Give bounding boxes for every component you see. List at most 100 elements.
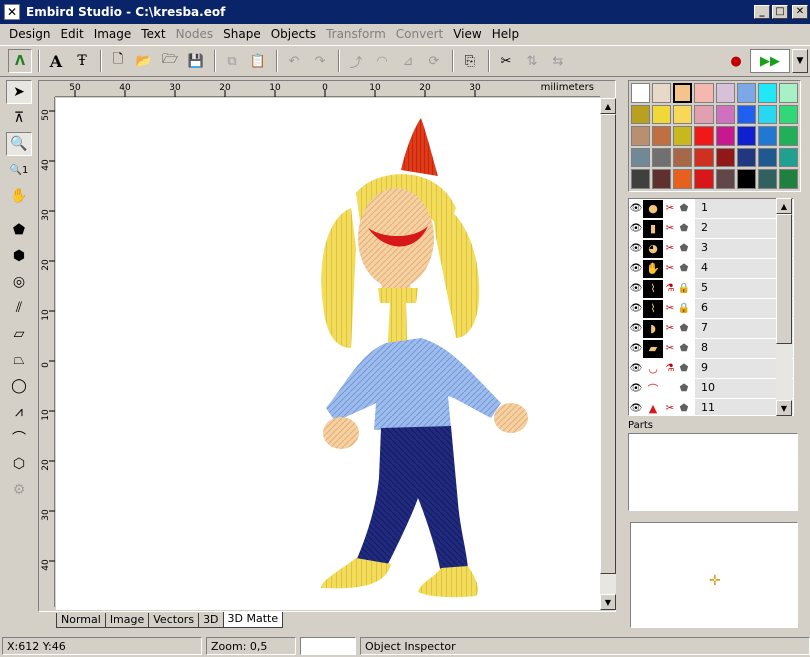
color-swatch[interactable] (673, 104, 693, 125)
color-swatch[interactable] (757, 83, 777, 103)
eye-icon[interactable]: 👁 (629, 323, 643, 334)
zoom-icon[interactable]: 🔍 (6, 132, 32, 156)
close-button[interactable]: ✕ (792, 5, 808, 19)
color-swatch[interactable] (715, 169, 735, 189)
pan-hand-icon[interactable]: ✋ (6, 184, 32, 208)
object-row[interactable]: 👁 ⌒ ⬟ 10 (629, 379, 793, 399)
menu-help[interactable]: Help (487, 27, 524, 41)
color-swatch[interactable] (652, 126, 672, 146)
gear-icon[interactable]: ⚙ (6, 478, 32, 502)
save-icon[interactable]: 💾 (184, 49, 208, 73)
rotate-icon[interactable]: ◠ (370, 49, 394, 73)
object-row[interactable]: 👁 ✋ ✂ ⬟ 4 (629, 259, 793, 279)
color-swatch[interactable] (631, 147, 651, 168)
minimize-button[interactable]: _ (754, 5, 770, 19)
text-icon[interactable]: A (44, 49, 68, 73)
circle-fill-icon[interactable]: ◎ (6, 270, 32, 294)
color-swatch[interactable] (652, 83, 672, 103)
color-swatch[interactable] (736, 169, 756, 189)
color-swatch[interactable] (631, 83, 651, 103)
column-b-icon[interactable]: ▱ (6, 322, 32, 346)
scroll-down-icon[interactable]: ▼ (776, 400, 792, 416)
eye-icon[interactable]: 👁 (629, 203, 643, 214)
open-folder-icon[interactable]: 🗁 (158, 49, 182, 73)
color-swatch[interactable] (652, 147, 672, 168)
node-tool-icon[interactable]: ⊼ (6, 106, 32, 130)
cut-tool-icon[interactable]: ✂ (494, 49, 518, 73)
new-file-icon[interactable]: 🗋 (106, 49, 130, 73)
color-swatch[interactable] (631, 104, 651, 125)
eye-icon[interactable]: 👁 (629, 303, 643, 314)
color-swatch[interactable] (778, 169, 798, 189)
text-path-icon[interactable]: Ŧ (70, 49, 94, 73)
menu-text[interactable]: Text (136, 27, 170, 41)
object-row[interactable]: 👁 ⌇ ⚗ 🔒 5 (629, 279, 793, 299)
app-icon[interactable]: ✕ (4, 4, 20, 20)
color-swatch[interactable] (757, 147, 777, 168)
color-swatch[interactable] (778, 104, 798, 125)
scroll-up-icon[interactable]: ▲ (776, 198, 792, 214)
dropdown-arrow-icon[interactable]: ▼ (792, 49, 808, 73)
object-row[interactable]: 👁 ◗ ✂ ⬟ 7 (629, 319, 793, 339)
copy-icon[interactable]: ⧉ (220, 49, 244, 73)
object-row[interactable]: 👁 ◕ ✂ ⬟ 3 (629, 239, 793, 259)
scroll-down-icon[interactable]: ▼ (600, 594, 616, 610)
zoom-one-icon[interactable]: 🔍1 (6, 158, 32, 182)
scrollbar-thumb[interactable] (776, 214, 792, 344)
menu-convert[interactable]: Convert (391, 27, 448, 41)
color-swatch[interactable] (778, 147, 798, 168)
object-row[interactable]: 👁 ⌇ ✂ 🔒 6 (629, 299, 793, 319)
color-swatch[interactable] (694, 147, 714, 168)
align-icon[interactable]: ⇅ (520, 49, 544, 73)
contour-icon[interactable]: ◯ (6, 374, 32, 398)
menu-shape[interactable]: Shape (218, 27, 266, 41)
open-file-icon[interactable]: 📂 (132, 49, 156, 73)
vertical-scrollbar[interactable]: ▲ ▼ (600, 98, 616, 610)
color-swatch[interactable] (715, 126, 735, 146)
color-swatch[interactable] (694, 169, 714, 189)
eye-icon[interactable]: 👁 (629, 283, 643, 294)
tab-normal[interactable]: Normal (56, 613, 106, 628)
color-swatch[interactable] (736, 83, 756, 103)
eye-icon[interactable]: 👁 (629, 403, 643, 414)
color-swatch[interactable] (694, 104, 714, 125)
menu-design[interactable]: Design (4, 27, 55, 41)
scrollbar-thumb[interactable] (600, 114, 616, 574)
eye-icon[interactable]: 👁 (629, 263, 643, 274)
color-swatch[interactable] (652, 169, 672, 189)
overview-panel[interactable]: ✛ (630, 522, 798, 628)
menu-objects[interactable]: Objects (266, 27, 321, 41)
column-icon[interactable]: ⫽ (6, 296, 32, 320)
color-swatch[interactable] (736, 104, 756, 125)
outline-icon[interactable]: ⬡ (6, 452, 32, 476)
distribute-icon[interactable]: ⇆ (546, 49, 570, 73)
color-swatch[interactable] (631, 126, 651, 146)
maximize-button[interactable]: □ (772, 5, 788, 19)
blend-icon[interactable]: ⏢ (6, 348, 32, 372)
tab-image[interactable]: Image (104, 613, 150, 628)
color-swatch[interactable] (736, 126, 756, 146)
menu-image[interactable]: Image (89, 27, 137, 41)
menu-nodes[interactable]: Nodes (171, 27, 219, 41)
scroll-up-icon[interactable]: ▲ (600, 98, 616, 114)
color-swatch[interactable] (778, 126, 798, 146)
satin-icon[interactable]: ⬢ (6, 244, 32, 268)
color-swatch[interactable] (736, 147, 756, 168)
color-swatch[interactable] (694, 83, 714, 103)
menu-transform[interactable]: Transform (321, 27, 391, 41)
object-row[interactable]: 👁 ▰ ✂ ⬟ 8 (629, 339, 793, 359)
color-swatch[interactable] (757, 126, 777, 146)
color-swatch[interactable] (715, 104, 735, 125)
object-row[interactable]: 👁 ◡ ⚗ ⬟ 9 (629, 359, 793, 379)
color-swatch[interactable] (694, 126, 714, 146)
tab-3d-matte[interactable]: 3D Matte (222, 612, 284, 628)
color-swatch[interactable] (757, 169, 777, 189)
object-row[interactable]: 👁 ▲ ✂ ⬟ 11 (629, 399, 793, 415)
eye-icon[interactable]: 👁 (629, 243, 643, 254)
color-swatch[interactable] (673, 169, 693, 189)
undo-icon[interactable]: ↶ (282, 49, 306, 73)
color-swatch[interactable] (715, 147, 735, 168)
object-list-scrollbar[interactable]: ▲ ▼ (776, 198, 792, 416)
record-icon[interactable]: ● (724, 49, 748, 73)
color-swatch[interactable] (652, 104, 672, 125)
